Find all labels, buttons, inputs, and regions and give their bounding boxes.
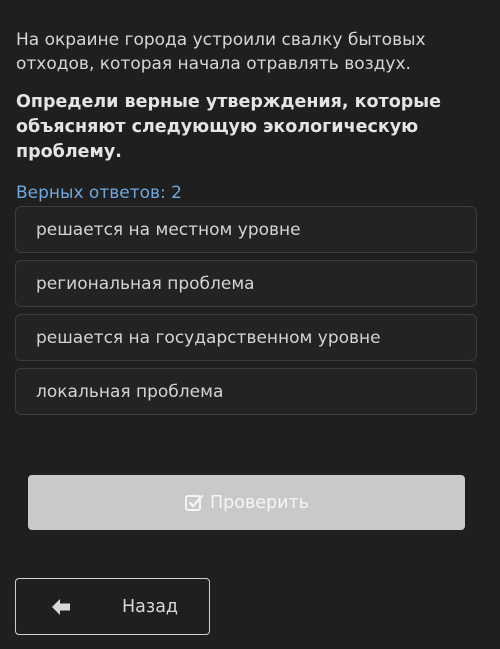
task-question: Определи верные утверждения, которые объ… [16, 92, 441, 162]
check-button[interactable]: Проверить [28, 475, 465, 530]
answer-option[interactable]: региональная проблема [15, 260, 477, 307]
arrow-left-icon [50, 596, 72, 618]
answer-option-label: локальная проблема [36, 381, 224, 402]
answer-options: решается на местном уровне региональная … [15, 206, 477, 422]
back-button[interactable]: Назад [15, 578, 210, 635]
answer-option-label: решается на государственном уровне [36, 327, 381, 348]
answer-option[interactable]: локальная проблема [15, 368, 477, 415]
check-button-label: Проверить [209, 492, 310, 513]
quiz-page: На окраине города устроили свалку бытовы… [0, 0, 500, 649]
answers-count-hint: Верных ответов: 2 [16, 183, 182, 203]
checkbox-check-icon [184, 493, 204, 513]
task-intro: На окраине города устроили свалку бытовы… [16, 30, 426, 74]
answer-option[interactable]: решается на государственном уровне [15, 314, 477, 361]
back-button-label: Назад [122, 597, 179, 617]
answer-option[interactable]: решается на местном уровне [15, 206, 477, 253]
answer-option-label: региональная проблема [36, 273, 255, 294]
answer-option-label: решается на местном уровне [36, 219, 301, 240]
